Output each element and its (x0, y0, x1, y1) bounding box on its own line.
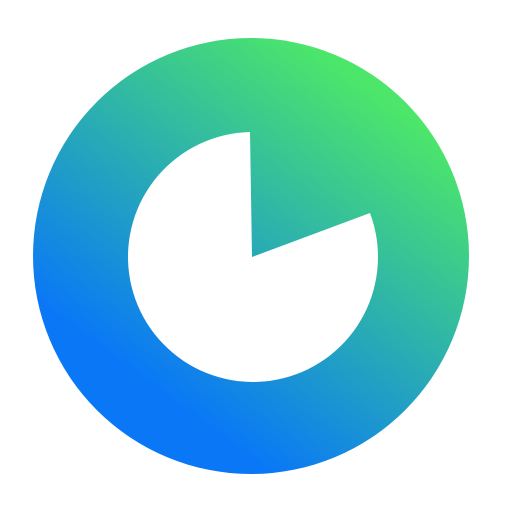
pie-timer-logo-icon (33, 38, 469, 474)
app-icon-canvas (0, 0, 512, 512)
